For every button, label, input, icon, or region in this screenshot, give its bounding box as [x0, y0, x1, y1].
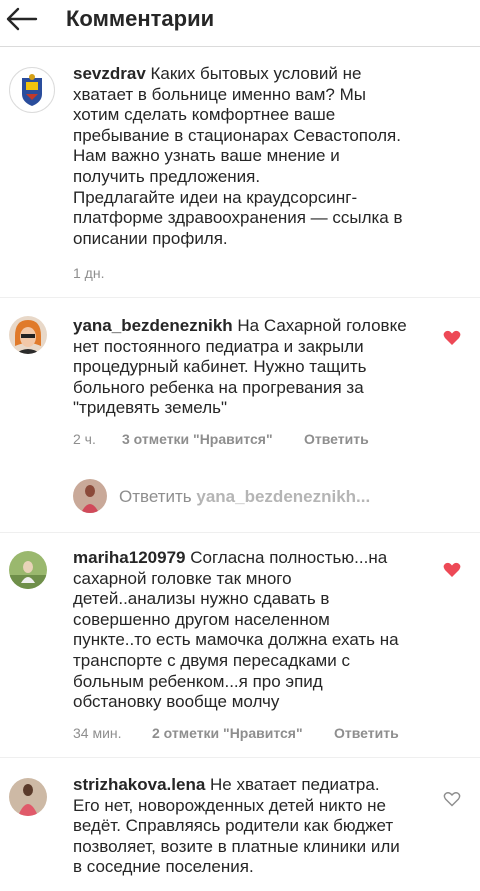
avatar[interactable] — [9, 778, 47, 816]
avatar[interactable] — [9, 67, 55, 113]
comment-text: mariha120979 Согласна полностью...на сах… — [73, 548, 403, 713]
likes-count[interactable]: 2 отметки "Нравится" — [152, 725, 303, 741]
comment-time: 2 ч. — [73, 431, 96, 447]
comment-body: Согласна полностью...на сахарной головке… — [73, 548, 399, 712]
comment-username[interactable]: strizhakova.lena — [73, 775, 205, 794]
page-title: Комментарии — [66, 6, 215, 31]
comment-username[interactable]: mariha120979 — [73, 548, 185, 567]
caption-text: sevzdrav Каких бытовых условий не хватае… — [73, 64, 403, 249]
reply-button[interactable]: Ответить — [334, 725, 399, 741]
comment-meta: 34 мин. 2 отметки "Нравится" Ответить — [73, 725, 399, 741]
user-photo-icon — [9, 778, 47, 816]
top-bar: Комментарии — [0, 0, 480, 47]
reply-button[interactable]: Ответить — [304, 431, 369, 447]
caption-time: 1 дн. — [73, 265, 105, 281]
comment-meta: 2 ч. 3 отметки "Нравится" Ответить — [73, 431, 369, 447]
comment-time: 34 мин. — [73, 725, 122, 741]
caption-body-2: Предлагайте идеи на краудсорсинг-платфор… — [73, 187, 403, 248]
comment-username[interactable]: yana_bezdeneznikh — [73, 316, 233, 335]
heart-outline-icon[interactable] — [443, 791, 461, 807]
heart-filled-icon[interactable] — [443, 330, 461, 346]
user-photo-icon — [9, 551, 47, 589]
divider — [0, 532, 480, 533]
caption-username[interactable]: sevzdrav — [73, 64, 146, 83]
comment-text: yana_bezdeneznikh На Сахарной головке не… — [73, 316, 428, 419]
reply-prompt-prefix: Ответить — [119, 487, 197, 506]
reply-prompt-username: yana_bezdeneznikh... — [196, 487, 371, 506]
coat-of-arms-icon — [22, 74, 42, 106]
user-photo-icon — [9, 316, 47, 354]
avatar[interactable] — [9, 551, 47, 589]
avatar[interactable] — [9, 316, 47, 354]
user-photo-icon — [73, 479, 107, 513]
reply-prompt[interactable]: Ответить yana_bezdeneznikh... — [119, 487, 370, 507]
avatar[interactable] — [73, 479, 107, 513]
likes-count[interactable]: 3 отметки "Нравится" — [122, 431, 273, 447]
heart-filled-icon[interactable] — [443, 562, 461, 578]
comment-text: strizhakova.lena Не хватает педиатра. Ег… — [73, 775, 403, 878]
divider — [0, 297, 480, 298]
back-arrow-icon[interactable] — [2, 4, 42, 34]
divider — [0, 757, 480, 758]
